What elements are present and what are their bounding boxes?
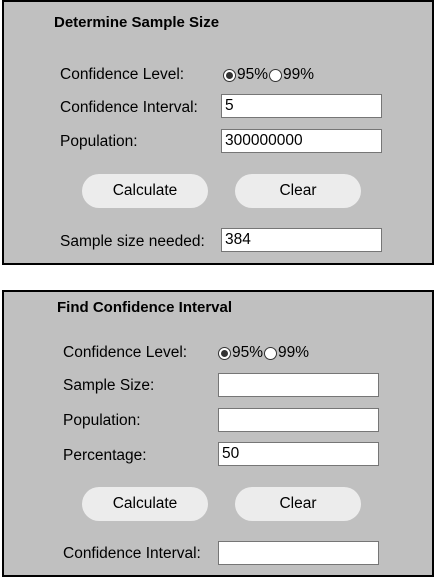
- calculate-button[interactable]: Calculate: [82, 487, 208, 521]
- radio-95[interactable]: [223, 68, 236, 82]
- sample-size-needed-label: Sample size needed:: [60, 233, 205, 250]
- sample-size-input[interactable]: [218, 373, 379, 397]
- confidence-interval-result-label: Confidence Interval:: [63, 545, 201, 562]
- population-input[interactable]: 300000000: [221, 129, 382, 153]
- confidence-level-label: Confidence Level:: [60, 66, 185, 83]
- percentage-label: Percentage:: [63, 447, 147, 464]
- radio-99[interactable]: [264, 346, 278, 360]
- sample-size-needed-output[interactable]: 384: [221, 228, 382, 252]
- radio-99[interactable]: [269, 68, 283, 82]
- confidence-level-options: 95% 99%: [218, 344, 310, 362]
- confidence-level-options: 95% 99%: [223, 66, 315, 84]
- confidence-interval-output[interactable]: [218, 541, 379, 565]
- sample-size-label: Sample Size:: [63, 377, 155, 394]
- population-label: Population:: [63, 412, 141, 429]
- clear-button[interactable]: Clear: [235, 487, 361, 521]
- percentage-input[interactable]: 50: [218, 442, 379, 466]
- radio-95-label: 95%: [237, 66, 269, 83]
- confidence-interval-label: Confidence Interval:: [60, 99, 198, 116]
- determine-sample-size-panel: Determine Sample Size Confidence Level: …: [2, 0, 434, 265]
- radio-95-label: 95%: [232, 344, 264, 361]
- find-confidence-interval-panel: Find Confidence Interval Confidence Leve…: [2, 290, 434, 577]
- panel-title: Determine Sample Size: [54, 14, 220, 31]
- radio-99-label: 99%: [283, 66, 315, 83]
- confidence-interval-input[interactable]: 5: [221, 94, 382, 118]
- population-input[interactable]: [218, 408, 379, 432]
- calculate-button[interactable]: Calculate: [82, 174, 208, 208]
- radio-99-label: 99%: [278, 344, 310, 361]
- radio-95[interactable]: [218, 346, 231, 360]
- confidence-level-label: Confidence Level:: [63, 344, 188, 361]
- panel-title: Find Confidence Interval: [57, 299, 233, 316]
- clear-button[interactable]: Clear: [235, 174, 361, 208]
- population-label: Population:: [60, 133, 138, 150]
